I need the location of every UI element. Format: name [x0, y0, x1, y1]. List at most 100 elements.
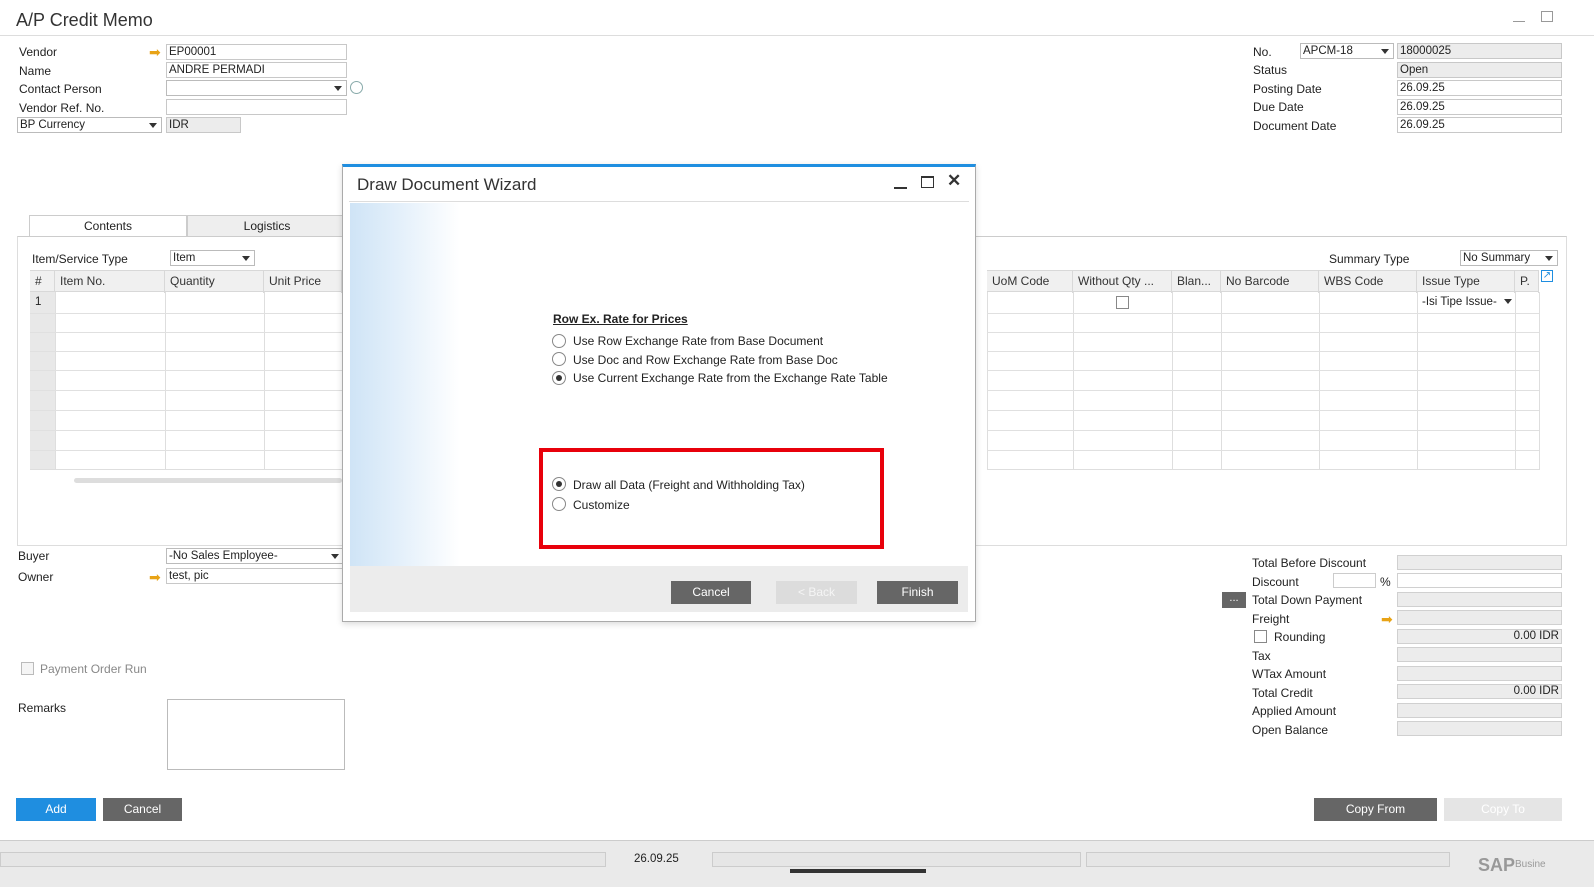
radio-row-exchange-rate[interactable] — [552, 334, 566, 348]
series-select[interactable]: APCM-18 — [1300, 43, 1394, 59]
add-button[interactable]: Add — [16, 798, 96, 821]
tax-field[interactable] — [1397, 647, 1562, 662]
currency-field[interactable]: IDR — [166, 117, 241, 133]
total-before-discount-label: Total Before Discount — [1252, 556, 1367, 570]
no-label: No. — [1253, 45, 1272, 59]
col-row-number[interactable]: # — [30, 271, 55, 293]
vendor-ref-field[interactable] — [166, 99, 347, 115]
rounding-checkbox[interactable] — [1254, 630, 1267, 643]
grid-row-line — [987, 390, 1539, 391]
tab-logistics-label: Logistics — [243, 219, 291, 233]
tab-logistics[interactable]: Logistics — [187, 215, 347, 237]
radio-doc-row-exchange-rate[interactable] — [552, 352, 566, 366]
name-label: Name — [19, 64, 52, 78]
col-no-barcode[interactable]: No Barcode — [1221, 271, 1319, 293]
copy-to-button[interactable]: Copy To — [1444, 798, 1562, 821]
grid-vline — [1515, 292, 1516, 470]
grid-row-line — [30, 410, 342, 411]
copy-from-button[interactable]: Copy From — [1314, 798, 1437, 821]
down-payment-button[interactable]: ... — [1222, 592, 1246, 608]
col-uom-code[interactable]: UoM Code — [987, 271, 1073, 293]
radio-draw-all-data-label[interactable]: Draw all Data (Freight and Withholding T… — [573, 478, 805, 492]
due-date-field[interactable]: 26.09.25 — [1397, 99, 1562, 115]
buyer-label: Buyer — [18, 549, 50, 563]
radio-doc-row-exchange-rate-label[interactable]: Use Doc and Row Exchange Rate from Base … — [573, 353, 838, 367]
grid-scrollbar[interactable] — [74, 478, 342, 483]
col-quantity[interactable]: Quantity — [165, 271, 264, 293]
col-without-qty[interactable]: Without Qty ... — [1073, 271, 1172, 293]
currency-type-select[interactable]: BP Currency — [17, 117, 162, 133]
total-down-payment-field[interactable] — [1397, 592, 1562, 607]
freight-link-arrow-icon[interactable]: ➡ — [1381, 612, 1395, 626]
total-credit-field[interactable]: 0.00 IDR — [1397, 684, 1562, 699]
open-balance-field[interactable] — [1397, 721, 1562, 736]
radio-customize-label[interactable]: Customize — [573, 498, 630, 512]
summary-type-select[interactable]: No Summary — [1460, 250, 1558, 266]
cancel-button[interactable]: Cancel — [103, 798, 182, 821]
total-credit-label: Total Credit — [1252, 686, 1313, 700]
col-p[interactable]: P. — [1515, 271, 1539, 293]
wtax-amount-label: WTax Amount — [1252, 667, 1327, 681]
grid-vline — [1221, 292, 1222, 470]
col-unit-price[interactable]: Unit Price — [264, 271, 342, 293]
radio-current-exchange-rate-label[interactable]: Use Current Exchange Rate from the Excha… — [573, 371, 888, 385]
applied-amount-field[interactable] — [1397, 703, 1562, 718]
col-wbs-code[interactable]: WBS Code — [1319, 271, 1417, 293]
item-service-type-select[interactable]: Item — [170, 250, 255, 266]
grid-row-line — [987, 430, 1539, 431]
dialog-cancel-button[interactable]: Cancel — [671, 581, 751, 604]
discount-amount-field[interactable] — [1397, 573, 1562, 588]
tab-contents[interactable]: Contents — [29, 215, 187, 237]
total-before-discount-field[interactable] — [1397, 555, 1562, 570]
dialog-finish-button[interactable]: Finish — [877, 581, 958, 604]
summary-type-label: Summary Type — [1329, 252, 1410, 266]
contact-person-select[interactable] — [166, 80, 347, 96]
grid-vline — [1417, 292, 1418, 470]
dialog-minimize-icon[interactable] — [894, 187, 907, 189]
dialog-back-button[interactable]: < Back — [776, 581, 857, 604]
minimize-icon[interactable] — [1513, 21, 1525, 22]
buyer-select[interactable]: -No Sales Employee- — [166, 548, 344, 564]
name-field[interactable]: ANDRE PERMADI — [166, 62, 347, 78]
grid-body-right — [987, 292, 1539, 470]
radio-customize[interactable] — [552, 497, 566, 511]
document-date-field[interactable]: 26.09.25 — [1397, 117, 1562, 133]
status-date: 26.09.25 — [634, 853, 679, 865]
col-item-no[interactable]: Item No. — [55, 271, 165, 293]
dialog-close-icon[interactable]: ✕ — [947, 172, 961, 190]
owner-field[interactable]: test, pic — [166, 568, 344, 584]
remarks-textarea[interactable] — [167, 699, 345, 770]
grid-row-line — [987, 332, 1539, 333]
without-qty-checkbox[interactable] — [1116, 296, 1129, 309]
issue-type-cell[interactable]: -Isi Tipe Issue- — [1422, 296, 1497, 308]
freight-field[interactable] — [1397, 610, 1562, 625]
dialog-maximize-icon[interactable] — [921, 176, 934, 188]
owner-link-arrow-icon[interactable]: ➡ — [149, 570, 163, 584]
status-field-2 — [712, 852, 1081, 867]
issue-type-dropdown-icon[interactable] — [1504, 299, 1512, 304]
dialog-title-divider — [349, 201, 969, 202]
posting-date-field[interactable]: 26.09.25 — [1397, 80, 1562, 96]
radio-current-exchange-rate[interactable] — [552, 371, 566, 385]
radio-row-exchange-rate-label[interactable]: Use Row Exchange Rate from Base Document — [573, 334, 823, 348]
payment-order-run-label: Payment Order Run — [40, 662, 147, 676]
status-field-1 — [0, 852, 606, 867]
discount-percent-field[interactable] — [1333, 573, 1376, 588]
vendor-field[interactable]: EP00001 — [166, 44, 347, 60]
status-field[interactable]: Open — [1397, 62, 1562, 78]
vendor-link-arrow-icon[interactable]: ➡ — [149, 45, 163, 59]
percent-label: % — [1380, 575, 1391, 589]
col-blanket[interactable]: Blan... — [1172, 271, 1221, 293]
doc-number-field[interactable]: 18000025 — [1397, 43, 1562, 59]
payment-order-run-checkbox[interactable] — [21, 662, 34, 675]
grid-header-right: UoM Code Without Qty ... Blan... No Barc… — [987, 270, 1539, 293]
grid-row-line — [987, 351, 1539, 352]
radio-draw-all-data[interactable] — [552, 477, 566, 491]
maximize-icon[interactable] — [1541, 11, 1553, 22]
wtax-amount-field[interactable] — [1397, 666, 1562, 681]
col-issue-type[interactable]: Issue Type — [1417, 271, 1515, 293]
rounding-field[interactable]: 0.00 IDR — [1397, 629, 1562, 644]
contact-list-icon[interactable] — [350, 81, 363, 94]
grid-row-line — [30, 313, 342, 314]
expand-grid-icon[interactable]: ↗ — [1541, 270, 1553, 282]
